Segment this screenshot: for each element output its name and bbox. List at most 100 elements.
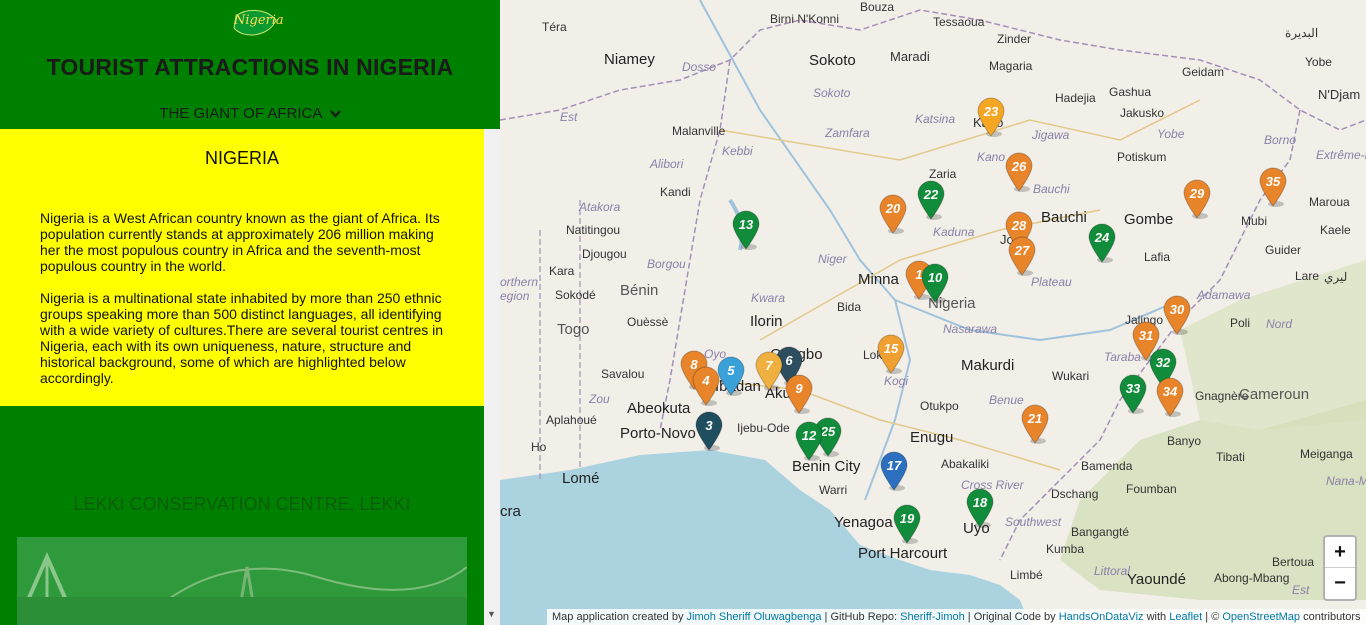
place-label: Zinder	[997, 32, 1032, 46]
place-label: Maroua	[1309, 195, 1350, 209]
place-label: Potiskum	[1117, 150, 1167, 164]
map-marker[interactable]: 23	[977, 97, 1005, 137]
place-label: Makurdi	[961, 357, 1015, 374]
place-label: Guider	[1265, 243, 1302, 257]
place-label: Yaoundé	[1127, 571, 1186, 588]
subtitle-dropdown[interactable]: THE GIANT OF AFRICA	[0, 105, 500, 122]
place-label: Enugu	[910, 429, 954, 446]
map-marker[interactable]: 20	[879, 194, 907, 234]
marker-number: 26	[1011, 159, 1027, 174]
place-label: Ilorin	[750, 313, 783, 330]
map-marker[interactable]: 24	[1088, 223, 1116, 263]
place-label: Bauchi	[1041, 209, 1087, 226]
place-label: Hadejia	[1055, 91, 1096, 105]
place-label: Kara	[549, 264, 575, 278]
intro-heading: NIGERIA	[204, 148, 279, 168]
original-code-link[interactable]: HandsOnDataViz	[1059, 611, 1144, 623]
place-label: Borgou	[647, 257, 686, 271]
place-label: Dschang	[1051, 487, 1099, 501]
place-label: Kogi	[884, 374, 909, 388]
zoom-out-button[interactable]: −	[1325, 568, 1355, 598]
osm-link[interactable]: OpenStreetMap	[1222, 611, 1300, 623]
map-marker[interactable]: 5	[717, 356, 745, 396]
scroll-down-icon[interactable]: ▼	[487, 609, 496, 619]
map-marker[interactable]: 19	[893, 504, 921, 544]
place-label: Kaduna	[933, 225, 975, 239]
place-label: Zaria	[929, 167, 957, 181]
map-marker[interactable]: 4	[692, 366, 720, 406]
marker-number: 5	[727, 363, 735, 378]
map-marker[interactable]: 10	[921, 263, 949, 303]
marker-number: 4	[702, 373, 710, 388]
map-marker[interactable]: 35	[1259, 167, 1287, 207]
place-label: Zamfara	[825, 126, 870, 140]
map-marker[interactable]: 17	[880, 451, 908, 491]
place-label: Niamey	[604, 51, 655, 68]
marker-number: 30	[1169, 302, 1185, 317]
place-label: cra	[500, 503, 521, 520]
map-marker[interactable]: 26	[1005, 152, 1033, 192]
place-label: ليري	[1324, 270, 1348, 284]
repo-link[interactable]: Sheriff-Jimoh	[900, 611, 965, 623]
page-title: TOURIST ATTRACTIONS IN NIGERIA	[46, 54, 454, 80]
map-marker[interactable]: 30	[1163, 295, 1191, 335]
place-label: Téra	[542, 20, 567, 34]
sidebar: Nigeria TOURIST ATTRACTIONS IN NIGERIA T…	[0, 0, 500, 625]
marker-number: 24	[1094, 230, 1110, 245]
map-marker[interactable]: 7	[755, 351, 783, 391]
place-label: orthern	[500, 275, 539, 289]
place-label: Ouèssè	[627, 315, 669, 329]
map-marker[interactable]: 13	[732, 210, 760, 250]
scrollbar[interactable]	[484, 129, 500, 625]
map-marker[interactable]: 15	[877, 334, 905, 374]
place-label: Porto-Novo	[620, 425, 696, 442]
attraction-photo	[17, 537, 467, 625]
map-marker[interactable]: 3	[695, 411, 723, 451]
intro-paragraph-2: Nigeria is a multinational state inhabit…	[40, 290, 444, 386]
place-label: Bida	[837, 300, 862, 314]
place-label: Natitingou	[566, 223, 621, 237]
marker-number: 18	[972, 495, 988, 510]
marker-number: 31	[1138, 328, 1154, 343]
place-label: Maradi	[890, 49, 930, 64]
marker-number: 33	[1125, 381, 1141, 396]
marker-number: 35	[1265, 174, 1281, 189]
intro-panel: NIGERIA Nigeria is a West African countr…	[0, 129, 484, 406]
map-marker[interactable]: 22	[917, 180, 945, 220]
place-label: Poli	[1230, 316, 1251, 330]
map-marker[interactable]: 33	[1119, 374, 1147, 414]
chevron-down-icon[interactable]	[329, 110, 341, 118]
attribution-text: | Original Code by	[964, 611, 1059, 623]
place-label: Abakaliki	[941, 457, 990, 471]
marker-number: 22	[923, 187, 939, 202]
place-label: Est	[560, 110, 578, 124]
place-label: Kaele	[1320, 223, 1351, 237]
place-label: Meiganga	[1300, 447, 1353, 461]
place-label: Sokoto	[809, 52, 856, 69]
zoom-in-button[interactable]: +	[1325, 537, 1355, 568]
place-label: Cameroun	[1239, 386, 1310, 403]
map[interactable]: Téra Birni N'Konni Bouza Dosso Tessaoua Zinde…	[500, 0, 1366, 625]
place-label: Kebbi	[722, 144, 753, 158]
marker-number: 23	[983, 104, 999, 119]
marker-number: 32	[1155, 355, 1171, 370]
map-marker[interactable]: 27	[1008, 236, 1036, 276]
map-marker[interactable]: 21	[1021, 404, 1049, 444]
map-marker[interactable]: 9	[785, 374, 813, 414]
place-label: Nana-M	[1326, 474, 1366, 488]
place-label: Katsina	[915, 112, 956, 126]
author-link[interactable]: Jimoh Sheriff Oluwagbenga	[687, 611, 822, 623]
place-label: egion	[500, 289, 530, 303]
place-label: Extrême-Nord	[1316, 148, 1366, 162]
map-marker[interactable]: 12	[795, 421, 823, 461]
marker-number: 12	[801, 428, 817, 443]
place-label: Otukpo	[920, 399, 959, 413]
place-label: Yobe	[1305, 55, 1332, 69]
map-marker[interactable]: 29	[1183, 179, 1211, 219]
map-marker[interactable]: 34	[1156, 377, 1184, 417]
leaflet-link[interactable]: Leaflet	[1169, 611, 1202, 623]
subtitle-label: THE GIANT OF AFRICA	[159, 105, 322, 122]
marker-number: 3	[705, 418, 713, 433]
section-title: LEKKI CONSERVATION CENTRE, LEKKI	[73, 494, 411, 514]
map-marker[interactable]: 18	[966, 488, 994, 528]
